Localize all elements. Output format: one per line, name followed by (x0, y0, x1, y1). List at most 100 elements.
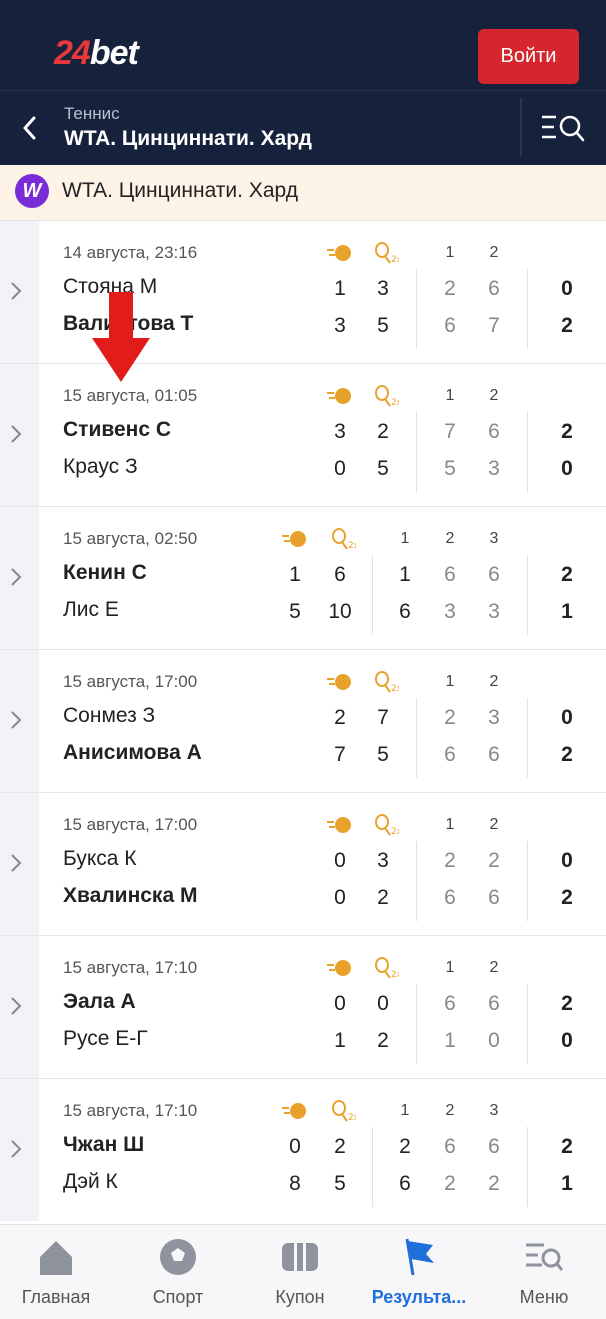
svg-text:2x: 2x (391, 398, 399, 407)
chevron-right-icon[interactable] (9, 280, 23, 302)
set-score: 2 (444, 1172, 456, 1195)
svg-text:2x: 2x (348, 541, 356, 550)
tab-coupon[interactable]: Купон (245, 1237, 355, 1308)
column-divider (416, 698, 417, 778)
set-header: 2 (445, 530, 455, 547)
chevron-right-icon[interactable] (9, 995, 23, 1017)
games-value: 3 (334, 420, 346, 443)
games-value: 0 (334, 886, 346, 909)
set-score: 3 (488, 457, 500, 480)
set-score: 2 (444, 706, 456, 729)
set-score: 3 (488, 706, 500, 729)
games-value: 5 (377, 314, 389, 337)
games-value: 5 (377, 743, 389, 766)
set-score: 6 (488, 277, 500, 300)
column-divider (527, 984, 528, 1064)
tab-sport[interactable]: Спорт (123, 1237, 233, 1308)
set-header: 1 (445, 387, 455, 404)
match-row[interactable]: 15 августа, 17:00 Букса К Хвалинска М 2x 1 2 0… (0, 792, 606, 935)
set-score: 6 (444, 743, 456, 766)
sets-total: 1 (561, 600, 573, 623)
chevron-right-icon[interactable] (9, 709, 23, 731)
sport-label: Теннис (64, 104, 120, 123)
svg-text:2x: 2x (391, 684, 399, 693)
svg-text:2x: 2x (391, 827, 399, 836)
set-score: 2 (444, 277, 456, 300)
column-divider (527, 269, 528, 349)
tab-label: Меню (519, 1287, 569, 1307)
match-date: 15 августа, 02:50 (63, 529, 198, 548)
games-value: 8 (289, 1172, 301, 1195)
games-value: 5 (289, 600, 301, 623)
match-row[interactable]: 15 августа, 17:10 Эала А Русе Е-Г 2x 1 2 0 0 6 6 2… (0, 935, 606, 1078)
player-2-name: Лис Е (63, 598, 119, 621)
set-header: 2 (489, 816, 499, 833)
column-divider (372, 1127, 373, 1207)
chevron-right-icon[interactable] (9, 852, 23, 874)
games-value: 5 (377, 457, 389, 480)
match-row[interactable]: 14 августа, 23:16Стояна МВалиетова Т2x12… (0, 220, 606, 363)
sets-total: 0 (561, 706, 573, 729)
set-score: 2 (488, 849, 500, 872)
tennis-ball-icon (326, 957, 354, 979)
tennis-ball-icon (281, 528, 309, 550)
menu-icon (526, 1243, 564, 1271)
set-score: 1 (399, 563, 411, 586)
match-date: 15 августа, 17:10 (63, 1101, 198, 1120)
bottom-tab-bar: Главная Спорт Купон Результа... Меню (0, 1224, 606, 1319)
search-menu-icon[interactable] (540, 113, 586, 143)
header-divider (520, 98, 522, 156)
set-score: 6 (444, 314, 456, 337)
match-row[interactable]: 15 августа, 17:00 Сонмез З Анисимова А 2x 1 2… (0, 649, 606, 792)
match-row[interactable]: 15 августа, 02:50 Кенин С Лис Е 2x 1 2 3 1 6 1 6 6 2… (0, 506, 606, 649)
set-score: 6 (399, 600, 411, 623)
column-divider (527, 698, 528, 778)
games-value: 0 (334, 992, 346, 1015)
match-row[interactable]: 15 августа, 01:05 Стивенс С Краус З 2x 1 2 3 2 7… (0, 363, 606, 506)
set-header: 1 (400, 1102, 410, 1119)
set-score: 6 (488, 992, 500, 1015)
games-value: 1 (334, 277, 346, 300)
tab-results[interactable]: Результа... (364, 1237, 474, 1308)
tab-menu[interactable]: Меню (489, 1237, 599, 1308)
tennis-ball-icon (326, 242, 354, 264)
games-value: 0 (334, 457, 346, 480)
tab-home[interactable]: Главная (1, 1237, 111, 1308)
tab-label: Спорт (152, 1287, 204, 1307)
tennis-ball-icon (326, 671, 354, 693)
games-value: 0 (289, 1135, 301, 1158)
column-divider (527, 1127, 528, 1207)
sets-total: 0 (561, 849, 573, 872)
flag-icon (405, 1238, 434, 1276)
games-value: 1 (334, 1029, 346, 1052)
set-header: 1 (445, 673, 455, 690)
chevron-right-icon[interactable] (9, 566, 23, 588)
column-divider (527, 555, 528, 635)
tennis-ball-icon (326, 385, 354, 407)
chevron-right-icon[interactable] (9, 1138, 23, 1160)
tab-label: Результа... (371, 1287, 467, 1307)
login-button[interactable]: Войти (478, 29, 579, 84)
games-value: 2 (377, 886, 389, 909)
set-score: 2 (399, 1135, 411, 1158)
set-score: 1 (444, 1029, 456, 1052)
tennis-ball-icon (281, 1100, 309, 1122)
match-date: 14 августа, 23:16 (63, 243, 198, 262)
set-score: 3 (444, 600, 456, 623)
page-title: WTA. Цинциннати. Хард (64, 127, 312, 150)
tennis-racket-icon: 2x (328, 1100, 360, 1123)
player-2-name: Дэй К (63, 1170, 118, 1193)
games-value: 0 (377, 992, 389, 1015)
set-score: 7 (444, 420, 456, 443)
games-value: 6 (334, 563, 346, 586)
back-chevron-icon[interactable] (18, 113, 42, 143)
league-name: WTA. Цинциннати. Хард (62, 179, 298, 202)
set-score: 6 (488, 886, 500, 909)
set-header: 1 (400, 530, 410, 547)
chevron-right-icon[interactable] (9, 423, 23, 445)
brand-logo[interactable]: 24bet (54, 34, 139, 73)
player-1-name: Эала А (63, 990, 136, 1013)
set-score: 2 (488, 1172, 500, 1195)
tennis-racket-icon: 2x (371, 242, 403, 265)
match-row[interactable]: 15 августа, 17:10 Чжан Ш Дэй К 2x 1 2 3 0 2 2 6 6 2 8… (0, 1078, 606, 1221)
